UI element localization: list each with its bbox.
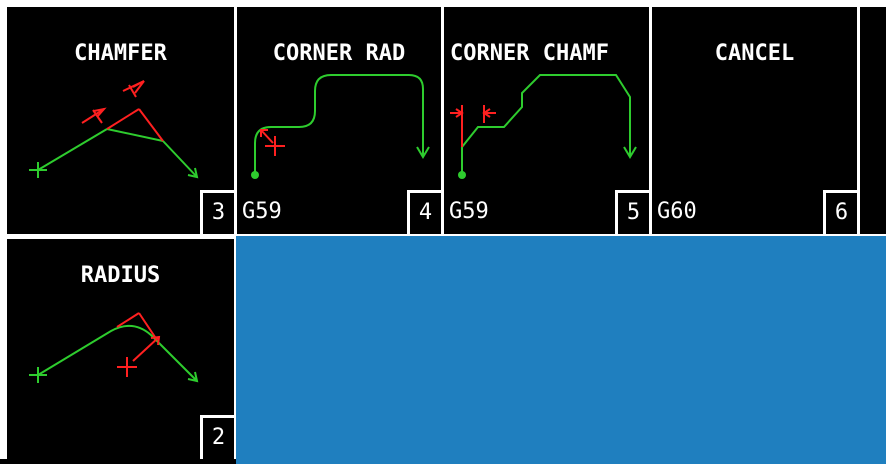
offscreen-softkey[interactable] <box>860 7 886 234</box>
corner-rad-code: G59 <box>242 199 282 224</box>
cancel-title: CANCEL <box>714 41 795 66</box>
radius-number: 2 <box>200 415 234 459</box>
cancel-code: G60 <box>657 199 697 224</box>
corner-chamf-code: G59 <box>449 199 489 224</box>
corner-chamf-number: 5 <box>615 190 649 234</box>
corner-rad-softkey[interactable]: CORNER RAD G59 4 <box>237 7 441 234</box>
radius-softkey[interactable]: RADIUS 2 <box>7 239 234 459</box>
corner-rad-number: 4 <box>407 190 441 234</box>
cancel-number: 6 <box>823 190 857 234</box>
empty-panel-area <box>236 236 886 464</box>
cancel-softkey[interactable]: CANCEL G60 6 <box>652 7 857 234</box>
chamfer-softkey[interactable]: CHAMFER 3 <box>7 7 234 234</box>
softkey-menu-screen: CHAMFER 3 CORNER RAD G59 4 CORNER CHAMF … <box>0 0 886 464</box>
corner-chamf-softkey[interactable]: CORNER CHAMF G59 5 <box>444 7 649 234</box>
bottom-strip <box>0 459 236 464</box>
chamfer-number: 3 <box>200 190 234 234</box>
